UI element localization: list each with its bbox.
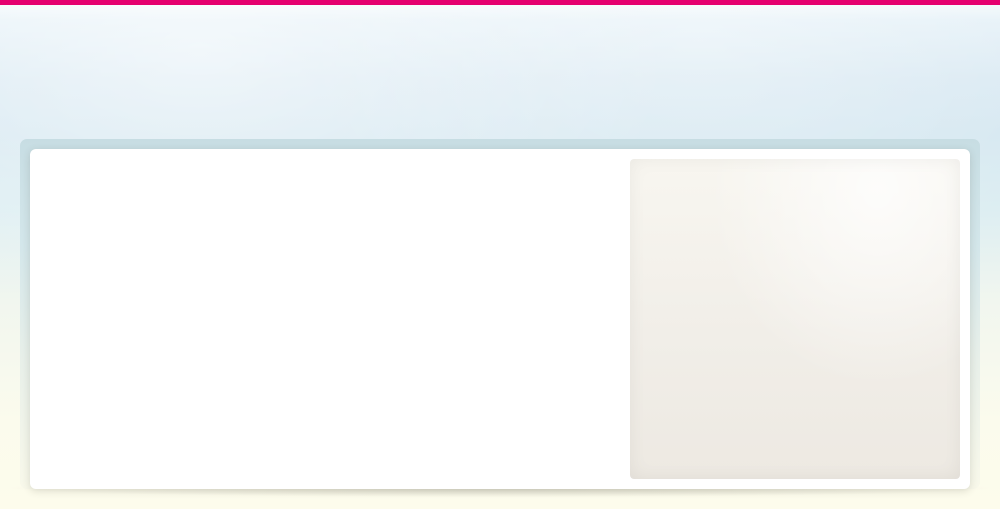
top-accent-bar — [0, 0, 1000, 5]
sidebar-panel — [630, 159, 960, 479]
